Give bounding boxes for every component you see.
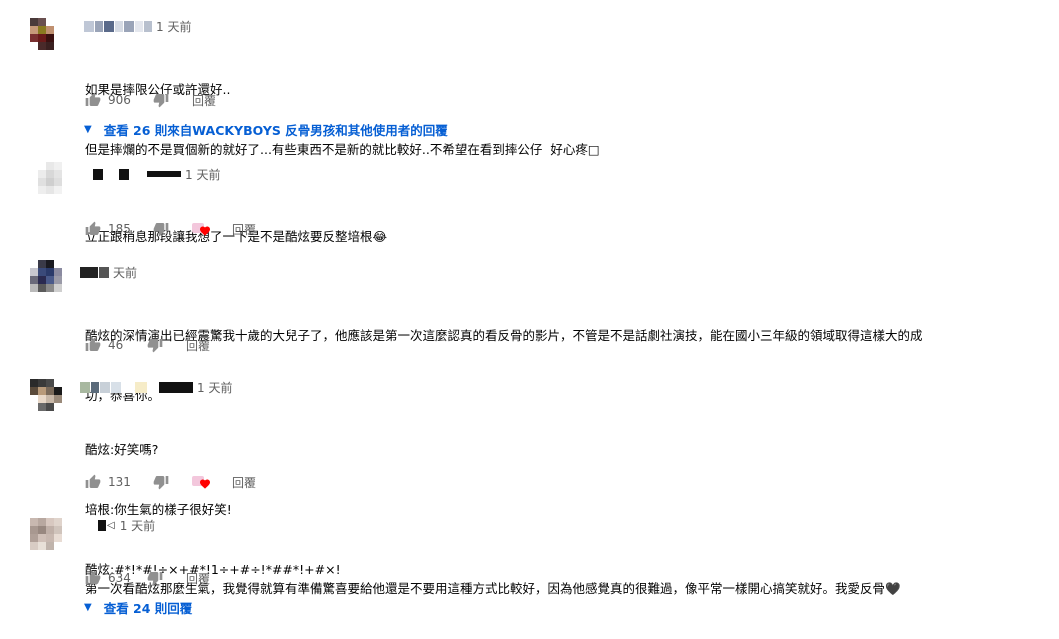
reply-button[interactable]: 回覆 [232,221,256,238]
thumb-up-icon [85,474,101,488]
author-name[interactable] [84,168,182,180]
comment-actions: 906 回覆 [84,90,216,110]
dislike-button[interactable] [152,220,170,238]
reply-button[interactable]: 回覆 [232,474,256,491]
thumb-down-icon [153,476,169,490]
caret-down-icon: ▼ [84,123,92,135]
comment-timestamp[interactable]: 1 天前 [120,517,155,534]
dislike-button[interactable] [146,336,164,354]
avatar[interactable] [30,260,70,300]
comment-actions: 634 回覆 [84,568,210,588]
comment-timestamp[interactable]: 1 天前 [185,166,220,183]
like-count: 131 [108,475,131,489]
thumb-down-icon [147,339,163,353]
avatar[interactable] [30,18,70,58]
view-replies-button[interactable]: ▼ 查看 26 則來自WACKYBOYS 反骨男孩和其他使用者的回覆 [84,120,448,138]
view-replies-label: 查看 24 則回覆 [103,600,193,616]
comment-header: 1 天前 [84,166,220,182]
comment-header: ◁ 1 天前 [98,517,155,533]
thumb-up-icon [85,221,101,235]
reply-button[interactable]: 回覆 [186,570,210,587]
view-replies-label: 查看 26 則來自WACKYBOYS 反骨男孩和其他使用者的回覆 [103,122,448,138]
comment-actions: 131 回覆 [84,472,256,492]
comment-timestamp[interactable]: 天前 [113,264,137,281]
like-button[interactable] [84,473,102,491]
thumb-up-icon [85,570,101,584]
thumb-up-icon [85,92,101,106]
comment-header: 1 天前 [80,379,232,395]
view-replies-button[interactable]: ▼ 查看 24 則回覆 [84,598,192,616]
avatar[interactable] [30,518,70,558]
dislike-button[interactable] [152,91,170,109]
author-name[interactable] [84,20,153,32]
thumb-down-icon [153,94,169,108]
reply-button[interactable]: 回覆 [192,92,216,109]
author-name[interactable]: ◁ [98,519,117,531]
author-name[interactable] [80,381,194,393]
comment-text: 第一次看酷炫那麼生氣，我覺得就算有準備驚喜要給他還是不要用這種方式比較好，因為他… [85,581,901,596]
comment-timestamp[interactable]: 1 天前 [197,379,232,396]
avatar[interactable] [30,162,70,202]
like-button[interactable] [84,336,102,354]
dislike-button[interactable] [152,473,170,491]
creator-heart-icon [190,220,212,238]
thumb-down-icon [147,572,163,586]
like-count: 634 [108,571,131,585]
thumb-down-icon [153,223,169,237]
like-count: 185 [108,222,131,236]
like-button[interactable] [84,91,102,109]
comment-header: 1 天前 [84,18,191,34]
comment-actions: 185 回覆 [84,219,256,239]
like-button[interactable] [84,220,102,238]
creator-heart-icon [190,473,212,491]
comment-header: 天前 [80,264,137,280]
reply-button[interactable]: 回覆 [186,337,210,354]
comment-actions: 46 回覆 [84,335,210,355]
thumb-up-icon [85,337,101,351]
like-count: 46 [108,338,124,352]
like-button[interactable] [84,569,102,587]
dislike-button[interactable] [146,569,164,587]
comment-timestamp[interactable]: 1 天前 [156,18,191,35]
avatar[interactable] [30,379,70,419]
like-count: 906 [108,93,131,107]
caret-down-icon: ▼ [84,601,92,613]
author-name[interactable] [80,266,110,278]
